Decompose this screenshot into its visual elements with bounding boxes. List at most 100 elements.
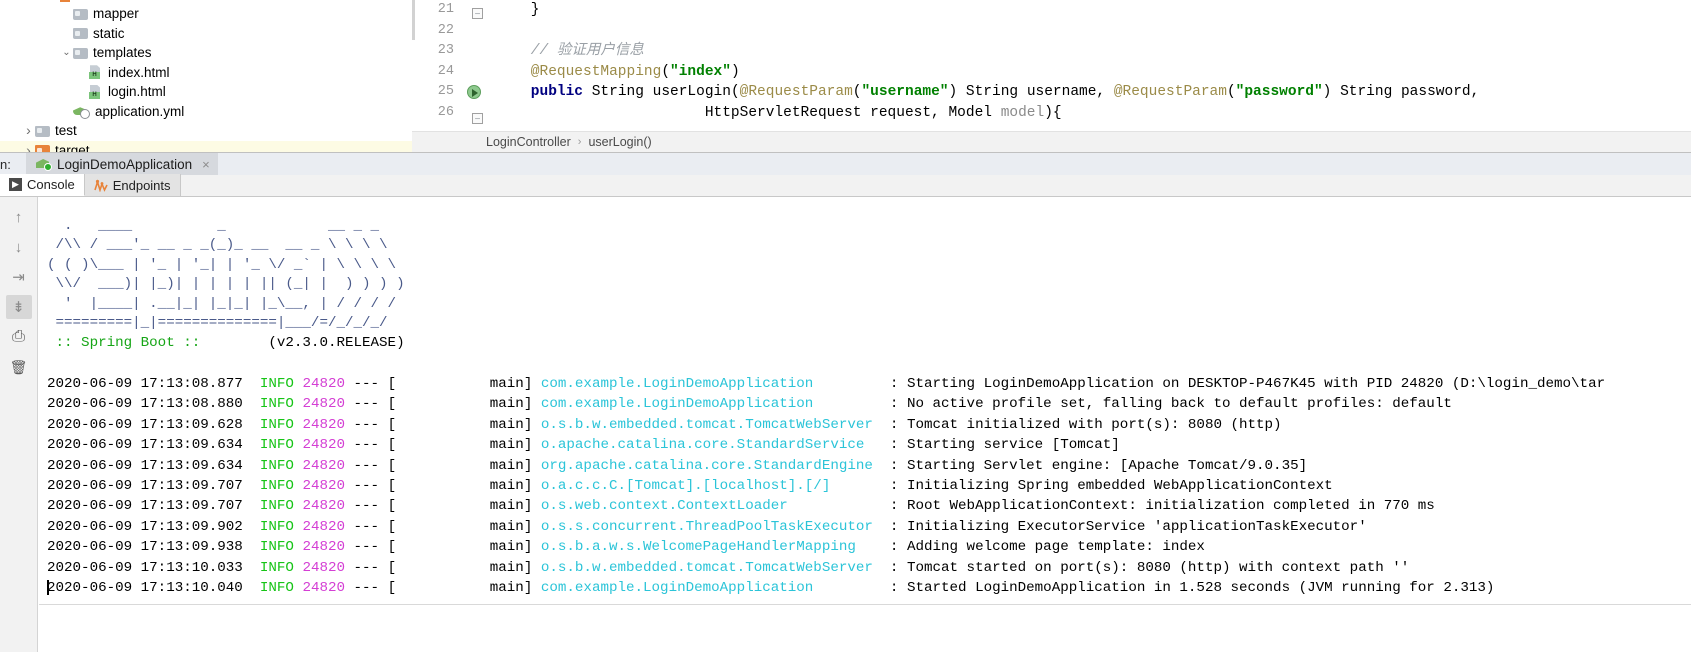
scroll-down-icon[interactable]: ↓	[6, 235, 32, 259]
log-dash: ---	[345, 498, 388, 515]
log-pid: 24820	[302, 559, 346, 576]
editor-gutter[interactable]: 21 22 23 24 25 26 − −	[412, 0, 496, 131]
log-message: : Adding welcome page template: index	[881, 539, 1205, 556]
log-space	[532, 519, 541, 535]
log-timestamp: 2020-06-09 17:13:09.707	[47, 498, 260, 515]
tree-connector-tick	[60, 0, 70, 2]
tree-item-label: test	[55, 123, 77, 138]
log-level: INFO	[259, 396, 294, 413]
html-file-icon: H	[89, 85, 103, 99]
tab-console[interactable]: ▶ Console	[0, 174, 85, 196]
chevron-right-icon[interactable]: ›	[22, 141, 35, 153]
tree-item-login-html[interactable]: Hlogin.html	[0, 82, 412, 102]
tree-item-label: mapper	[93, 6, 139, 21]
code-line[interactable]	[496, 21, 1691, 42]
tree-item-mapper[interactable]: mapper	[0, 4, 412, 24]
chevron-right-icon[interactable]: ›	[22, 121, 35, 141]
tab-endpoints[interactable]: Endpoints	[84, 174, 181, 196]
spring-boot-running-icon	[36, 157, 52, 171]
console-log-line: 2020-06-09 17:13:09.634 INFO 24820 --- […	[39, 456, 1691, 476]
log-dash: ---	[345, 457, 388, 474]
run-tab-label: LoginDemoApplication	[57, 156, 193, 172]
editor-code[interactable]: } // 验证用户信息 @RequestMapping("index") public…	[496, 0, 1691, 124]
log-thread: [ main]	[387, 477, 533, 494]
folder-icon	[73, 27, 88, 40]
tree-item-application-yml[interactable]: application.yml	[0, 102, 412, 122]
code-token: "username"	[861, 84, 949, 101]
log-message: : Initializing ExecutorService 'applicat…	[881, 518, 1367, 535]
code-line[interactable]: // 验证用户信息	[496, 41, 1691, 62]
console-log-line: 2020-06-09 17:13:10.033 INFO 24820 --- […	[39, 558, 1691, 578]
code-token: @RequestParam	[739, 84, 853, 101]
fold-handle-end[interactable]: −	[472, 113, 483, 125]
log-pid: 24820	[302, 539, 346, 556]
print-icon[interactable]: ⎙	[6, 325, 32, 349]
breadcrumb-method[interactable]: userLogin()	[588, 135, 651, 149]
log-pid: 24820	[302, 457, 346, 474]
run-tab-logindemoapplication[interactable]: LoginDemoApplication ×	[26, 153, 218, 175]
breadcrumb-separator-icon: ›	[577, 136, 582, 148]
folder-icon	[73, 8, 88, 20]
code-line[interactable]: @RequestMapping("index")	[496, 62, 1691, 83]
breadcrumb-class[interactable]: LoginController	[486, 135, 571, 149]
scroll-up-icon[interactable]: ↑	[6, 205, 32, 229]
chevron-down-icon[interactable]: ⌄	[60, 43, 73, 63]
log-logger: o.a.c.c.C.[Tomcat].[localhost].[/]	[540, 477, 882, 494]
clear-all-icon[interactable]: 🗑	[6, 355, 32, 379]
close-icon[interactable]: ×	[202, 157, 210, 172]
code-line[interactable]: HttpServletRequest request, Model model)…	[496, 103, 1691, 124]
log-dash: ---	[345, 376, 388, 392]
log-timestamp: 2020-06-09 17:13:10.033	[47, 559, 260, 576]
log-dash: ---	[345, 416, 388, 433]
console-log-line: 2020-06-09 17:13:08.880 INFO 24820 --- […	[39, 394, 1691, 414]
log-space	[532, 498, 541, 514]
log-thread: [ main]	[387, 518, 533, 535]
code-line[interactable]: public String userLogin(@RequestParam("u…	[496, 82, 1691, 103]
log-timestamp: 2020-06-09 17:13:08.877	[47, 376, 260, 392]
log-timestamp: 2020-06-09 17:13:09.628	[47, 416, 260, 433]
tree-item-templates[interactable]: ⌄ templates	[0, 43, 412, 63]
code-token: // 验证用户信息	[530, 43, 644, 60]
line-number: 22	[437, 22, 454, 38]
code-line[interactable]: }	[496, 0, 1691, 21]
log-space	[532, 478, 541, 494]
log-space	[532, 458, 541, 474]
console-log-line: 2020-06-09 17:13:09.707 INFO 24820 --- […	[39, 476, 1691, 496]
tree-item-static[interactable]: static	[0, 24, 412, 44]
log-logger: o.s.web.context.ContextLoader	[540, 498, 882, 515]
console-log-line: 2020-06-09 17:13:09.938 INFO 24820 --- […	[39, 537, 1691, 557]
log-timestamp: 2020-06-09 17:13:08.880	[47, 396, 260, 413]
console-log-line: 2020-06-09 17:13:09.634 INFO 24820 --- […	[39, 435, 1691, 455]
log-space	[532, 417, 541, 433]
tree-item-label: templates	[93, 45, 152, 60]
tree-item-test[interactable]: › test	[0, 121, 412, 141]
log-space	[532, 376, 541, 392]
console-caret	[47, 580, 49, 595]
console-log-line: 2020-06-09 17:13:10.040 INFO 24820 --- […	[39, 578, 1691, 598]
log-thread: [ main]	[387, 498, 533, 515]
run-method-gutter-icon[interactable]	[467, 85, 481, 99]
log-dash: ---	[345, 539, 388, 556]
tree-item-target[interactable]: › target	[0, 140, 412, 153]
top-area: mapper static ⌄ templates Hindex.html Hlogin.…	[0, 0, 1691, 152]
project-tree-pane[interactable]: mapper static ⌄ templates Hindex.html Hlogin.…	[0, 0, 412, 152]
log-pid: 24820	[302, 477, 346, 494]
log-message: : Starting Servlet engine: [Apache Tomca…	[881, 457, 1308, 474]
editor-pane[interactable]: 21 22 23 24 25 26 − − } // 验证用户信息 @RequestMappi…	[412, 0, 1691, 152]
log-level: INFO	[259, 559, 294, 576]
tree-item-label: static	[93, 25, 125, 41]
soft-wrap-icon[interactable]: ⇥	[6, 265, 32, 289]
console-output[interactable]: . ____ _ __ _ _ /\\ / ___'_ __ _ _(_)_ _…	[39, 197, 1691, 652]
log-logger: com.example.LoginDemoApplication	[540, 376, 882, 392]
log-level: INFO	[259, 518, 294, 535]
tree-item-index-html[interactable]: Hindex.html	[0, 63, 412, 83]
run-toolwindow-tabstrip: n: LoginDemoApplication ×	[0, 153, 1691, 175]
breadcrumb[interactable]: LoginController › userLogin()	[412, 131, 1691, 152]
log-logger: com.example.LoginDemoApplication	[540, 579, 882, 596]
log-level: INFO	[259, 437, 294, 454]
code-token: String userLogin(	[583, 84, 740, 101]
log-timestamp: 2020-06-09 17:13:09.634	[47, 457, 260, 474]
log-thread: [ main]	[387, 437, 533, 454]
fold-handle-collapse[interactable]: −	[472, 8, 483, 20]
scroll-to-end-icon[interactable]: ⇟	[5, 295, 32, 319]
